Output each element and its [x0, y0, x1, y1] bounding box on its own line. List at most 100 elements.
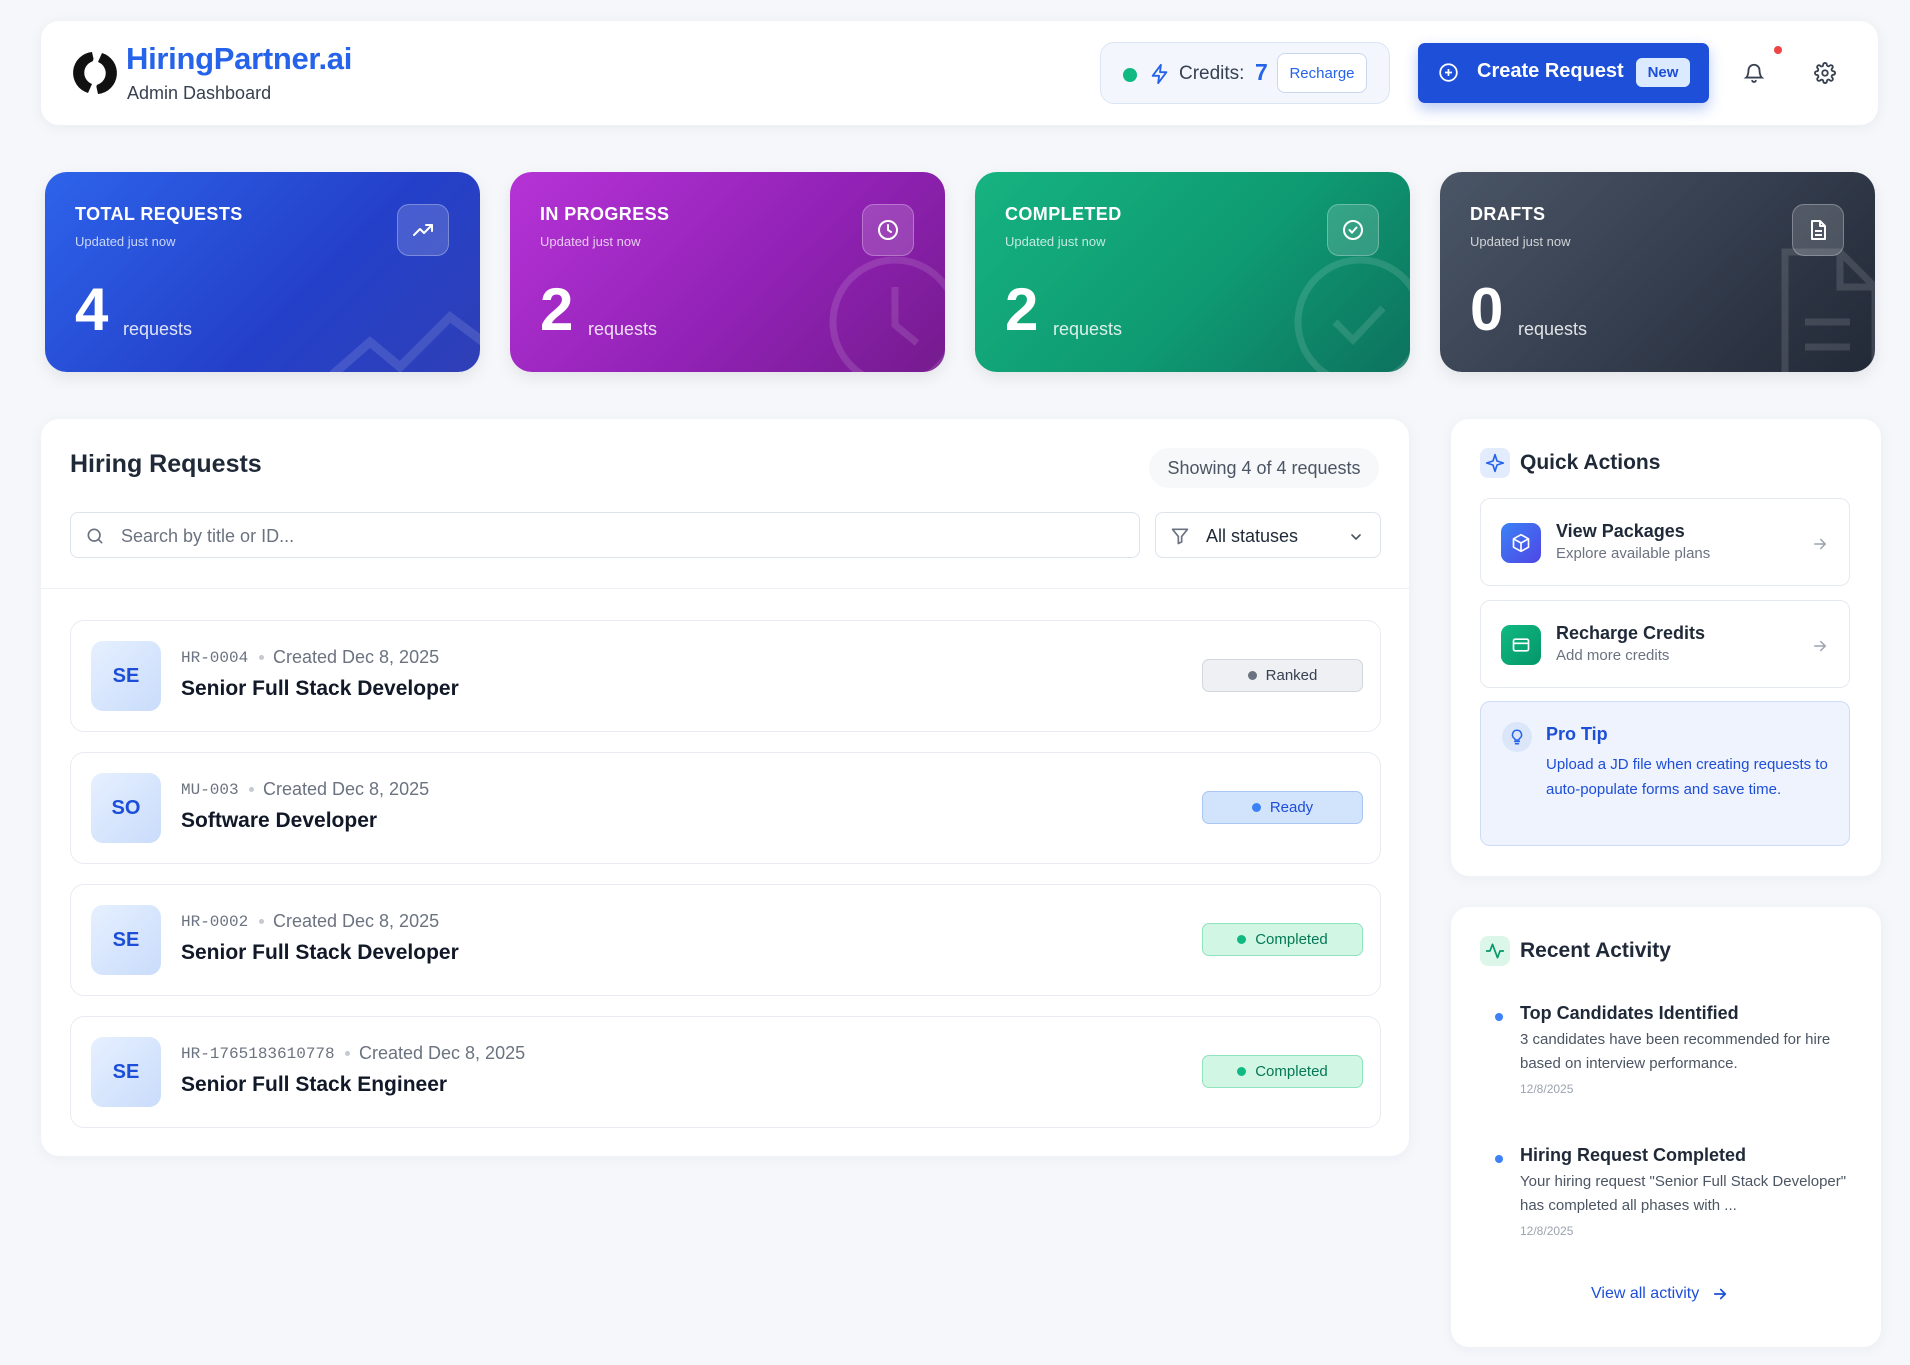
recent-activity-panel: Recent Activity Top Candidates Identifie… [1451, 907, 1881, 1347]
stat-updated: Updated just now [1470, 234, 1571, 249]
sparkle-icon [1480, 448, 1510, 478]
stat-title: DRAFTS [1470, 204, 1546, 224]
status-dot [1123, 68, 1137, 82]
stat-value: 4 [75, 276, 109, 343]
create-request-button[interactable]: Create Request New [1418, 43, 1709, 103]
request-id: MU-003 [181, 781, 239, 799]
request-title: Senior Full Stack Developer [181, 677, 459, 700]
action-title: View Packages [1556, 521, 1685, 541]
panel-title: Hiring Requests [70, 450, 262, 478]
request-row[interactable]: SE HR-1765183610778 Created Dec 8, 2025 … [70, 1016, 1381, 1128]
action-subtitle: Add more credits [1556, 647, 1670, 664]
status-badge: Ready [1202, 791, 1363, 824]
credits-value: 7 [1255, 59, 1268, 85]
request-created: Created Dec 8, 2025 [273, 647, 440, 667]
status-filter-select[interactable]: All statuses [1155, 512, 1381, 558]
avatar: SO [91, 773, 161, 843]
request-id: HR-0004 [181, 649, 249, 667]
stat-unit: requests [588, 319, 658, 339]
status-label: Ranked [1265, 667, 1318, 684]
status-label: Ready [1269, 799, 1314, 816]
stat-updated: Updated just now [1005, 234, 1106, 249]
package-icon [1501, 523, 1541, 563]
activity-item[interactable]: Hiring Request Completed Your hiring req… [1495, 1145, 1855, 1238]
request-created: Created Dec 8, 2025 [263, 779, 430, 799]
view-packages-button[interactable]: View Packages Explore available plans [1480, 498, 1850, 586]
brand-subtitle: Admin Dashboard [127, 83, 272, 103]
tip-text: Upload a JD file when creating requests … [1546, 756, 1828, 798]
hiring-requests-panel: Hiring Requests Showing 4 of 4 requests … [41, 419, 1409, 1156]
lightbulb-icon [1502, 722, 1532, 752]
activity-title: Hiring Request Completed [1520, 1145, 1747, 1165]
stat-value: 2 [1005, 276, 1039, 343]
stat-unit: requests [1053, 319, 1123, 339]
divider [41, 588, 1409, 589]
separator-dot [249, 787, 254, 792]
stat-updated: Updated just now [75, 234, 176, 249]
chevron-down-icon [1348, 529, 1364, 545]
avatar: SE [91, 1037, 161, 1107]
stat-card-total[interactable]: TOTAL REQUESTS Updated just now 4 reques… [45, 172, 480, 372]
clock-icon [862, 204, 914, 256]
logo-icon[interactable] [68, 46, 122, 100]
brand-name[interactable]: HiringPartner.ai [126, 41, 352, 77]
status-label: Completed [1255, 931, 1328, 948]
stat-unit: requests [123, 319, 193, 339]
avatar: SE [91, 641, 161, 711]
plus-circle-icon [1438, 62, 1459, 83]
trending-up-icon [397, 204, 449, 256]
search-input[interactable]: Search by title or ID... [70, 512, 1140, 558]
request-created: Created Dec 8, 2025 [359, 1043, 526, 1063]
credit-card-icon [1501, 625, 1541, 665]
stat-card-drafts[interactable]: DRAFTS Updated just now 0 requests [1440, 172, 1875, 372]
gear-icon[interactable] [1814, 62, 1836, 84]
notification-dot [1774, 46, 1782, 54]
search-placeholder: Search by title or ID... [121, 526, 295, 546]
quick-actions-panel: Quick Actions View Packages Explore avai… [1451, 419, 1881, 876]
request-title: Software Developer [181, 809, 378, 832]
stat-title: TOTAL REQUESTS [75, 204, 243, 224]
bell-icon[interactable] [1743, 62, 1765, 84]
arrow-right-icon [1811, 535, 1829, 553]
activity-date: 12/8/2025 [1520, 1082, 1574, 1096]
request-title: Senior Full Stack Developer [181, 941, 459, 964]
stat-title: IN PROGRESS [540, 204, 670, 224]
search-icon [85, 526, 105, 546]
recent-activity-title: Recent Activity [1520, 939, 1671, 962]
view-all-activity-link[interactable]: View all activity [1591, 1285, 1729, 1303]
stat-unit: requests [1518, 319, 1588, 339]
action-subtitle: Explore available plans [1556, 545, 1711, 562]
arrow-right-icon [1711, 1285, 1729, 1303]
separator-dot [345, 1051, 350, 1056]
request-title: Senior Full Stack Engineer [181, 1073, 448, 1096]
activity-dot [1495, 1013, 1503, 1021]
request-row[interactable]: SE HR-0002 Created Dec 8, 2025 Senior Fu… [70, 884, 1381, 996]
stat-card-in-progress[interactable]: IN PROGRESS Updated just now 2 requests [510, 172, 945, 372]
status-badge: Ranked [1202, 659, 1363, 692]
status-badge: Completed [1202, 923, 1363, 956]
recharge-button[interactable]: Recharge [1277, 53, 1367, 93]
activity-item[interactable]: Top Candidates Identified 3 candidates h… [1495, 1003, 1855, 1096]
bolt-icon [1149, 62, 1171, 86]
status-badge: Completed [1202, 1055, 1363, 1088]
separator-dot [259, 919, 264, 924]
showing-count: Showing 4 of 4 requests [1149, 448, 1379, 488]
document-icon [1792, 204, 1844, 256]
activity-title: Top Candidates Identified [1520, 1003, 1739, 1023]
stat-value: 0 [1470, 276, 1504, 343]
pro-tip: Pro Tip Upload a JD file when creating r… [1480, 701, 1850, 846]
request-row[interactable]: SO MU-003 Created Dec 8, 2025 Software D… [70, 752, 1381, 864]
avatar: SE [91, 905, 161, 975]
filter-icon [1170, 526, 1190, 546]
stat-card-completed[interactable]: COMPLETED Updated just now 2 requests [975, 172, 1410, 372]
tip-title: Pro Tip [1546, 724, 1608, 744]
request-id: HR-0002 [181, 913, 249, 931]
request-row[interactable]: SE HR-0004 Created Dec 8, 2025 Senior Fu… [70, 620, 1381, 732]
credits-label: Credits: [1179, 63, 1245, 84]
create-request-label: Create Request [1477, 60, 1624, 82]
request-id: HR-1765183610778 [181, 1045, 335, 1063]
app-header: HiringPartner.ai Admin Dashboard Credits… [41, 21, 1878, 125]
recharge-credits-button[interactable]: Recharge Credits Add more credits [1480, 600, 1850, 688]
activity-text: Your hiring request "Senior Full Stack D… [1520, 1173, 1847, 1214]
status-label: Completed [1255, 1063, 1328, 1080]
